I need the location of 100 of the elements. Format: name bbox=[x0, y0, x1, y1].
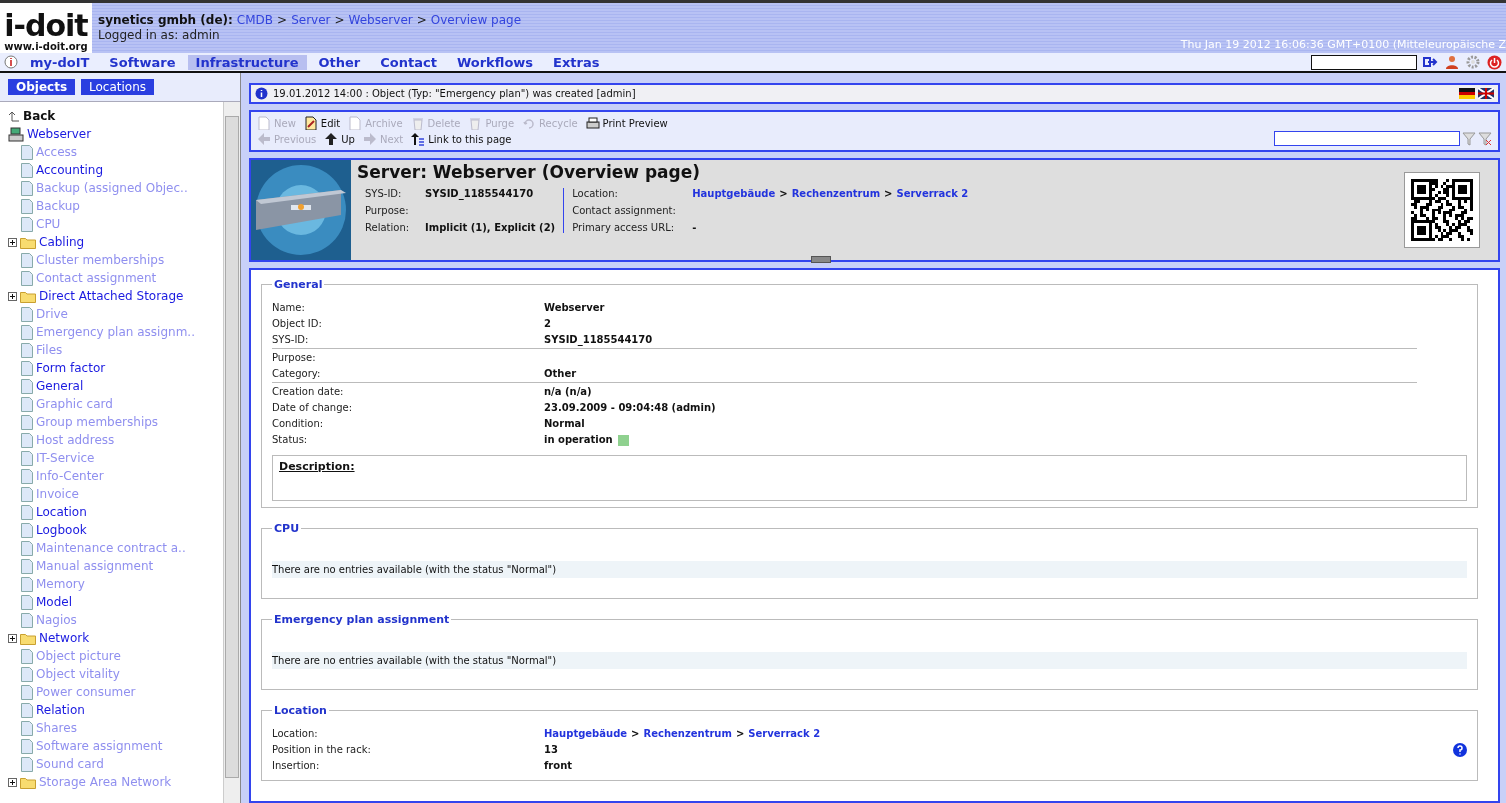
tree-item[interactable]: Object vitality bbox=[36, 667, 120, 681]
location-link[interactable]: Hauptgebäude bbox=[544, 727, 628, 739]
sidebar-tab[interactable]: Objects bbox=[8, 79, 76, 95]
tree-item[interactable]: Access bbox=[36, 145, 78, 159]
expand-icon[interactable] bbox=[8, 237, 17, 247]
tree-item[interactable]: Relation bbox=[36, 703, 85, 717]
location-link[interactable]: Rechenzentrum bbox=[643, 727, 732, 739]
tree-item[interactable]: Drive bbox=[36, 307, 68, 321]
tree-item[interactable]: Software assignment bbox=[36, 739, 163, 753]
clear-filter-icon[interactable] bbox=[1478, 132, 1492, 146]
power-icon[interactable] bbox=[1487, 54, 1502, 70]
page-icon bbox=[21, 378, 33, 394]
tree-item[interactable]: Cluster memberships bbox=[36, 253, 165, 267]
qr-code bbox=[1411, 179, 1473, 241]
page-icon bbox=[21, 684, 33, 700]
page-icon bbox=[21, 486, 33, 502]
up-arrow-icon bbox=[324, 132, 339, 146]
tree-item[interactable]: Form factor bbox=[36, 361, 106, 375]
field-value: 2 bbox=[544, 318, 551, 329]
tree-item[interactable]: Memory bbox=[36, 577, 85, 591]
tree-item[interactable]: IT-Service bbox=[36, 451, 95, 465]
nav-tab[interactable]: Software bbox=[101, 54, 184, 70]
toolbar-button[interactable]: Link to this page bbox=[411, 132, 512, 146]
uk-flag-icon[interactable] bbox=[1478, 88, 1494, 99]
german-flag-icon[interactable] bbox=[1459, 88, 1475, 99]
empty-message: There are no entries available (with the status "Normal") bbox=[272, 560, 1467, 578]
tree-item[interactable]: Location bbox=[36, 505, 87, 519]
tree-item[interactable]: Webserver bbox=[27, 127, 92, 141]
expand-icon[interactable] bbox=[8, 633, 17, 643]
tree-item[interactable]: Object picture bbox=[36, 649, 121, 663]
tree-item[interactable]: Nagios bbox=[36, 613, 77, 627]
tree-item[interactable]: Storage Area Network bbox=[39, 775, 172, 789]
tree-item[interactable]: Network bbox=[39, 631, 90, 645]
tree-item[interactable]: Group memberships bbox=[36, 415, 159, 429]
folder-icon bbox=[20, 289, 36, 303]
location-link[interactable]: Serverrack 2 bbox=[896, 188, 969, 199]
tree-item[interactable]: Info-Center bbox=[36, 469, 104, 483]
page-icon bbox=[21, 360, 33, 376]
back-link[interactable]: Back bbox=[23, 109, 56, 123]
expand-icon[interactable] bbox=[8, 777, 17, 787]
printer-icon bbox=[585, 116, 600, 130]
tree-item[interactable]: Sound card bbox=[36, 757, 104, 771]
edit-icon bbox=[303, 116, 318, 130]
nav-tab[interactable]: Workflows bbox=[448, 54, 542, 70]
field-label: SYS-ID: bbox=[365, 188, 403, 199]
field-label: Location: bbox=[272, 727, 319, 739]
location-link[interactable]: Serverrack 2 bbox=[748, 727, 821, 739]
tree-item[interactable]: Files bbox=[36, 343, 63, 357]
tree-item[interactable]: Contact assignment bbox=[36, 271, 157, 285]
tree-item[interactable]: Emergency plan assignm.. bbox=[36, 325, 195, 339]
field-label: Location: bbox=[572, 188, 619, 199]
go-icon[interactable] bbox=[1423, 56, 1439, 68]
tree-item[interactable]: Power consumer bbox=[36, 685, 136, 699]
collapse-handle[interactable] bbox=[811, 256, 831, 263]
tree-item[interactable]: CPU bbox=[36, 217, 61, 231]
filter-field[interactable] bbox=[1274, 131, 1460, 146]
nav-tab[interactable]: Extras bbox=[545, 54, 608, 70]
nav-tab[interactable]: Infrastructure bbox=[187, 54, 307, 70]
expand-icon[interactable] bbox=[8, 291, 17, 301]
sidebar-tab[interactable]: Locations bbox=[81, 79, 155, 95]
tree-item[interactable]: Maintenance contract a.. bbox=[36, 541, 186, 555]
tree-item[interactable]: Manual assignment bbox=[36, 559, 154, 573]
tree-item[interactable]: Invoice bbox=[36, 487, 79, 501]
nav-tab[interactable]: Contact bbox=[372, 54, 445, 70]
info-icon[interactable] bbox=[4, 55, 18, 69]
tree-item[interactable]: Shares bbox=[36, 721, 77, 735]
search-field[interactable] bbox=[1311, 54, 1417, 70]
tree-item[interactable]: General bbox=[36, 379, 84, 393]
toolbar-button[interactable]: Up bbox=[324, 132, 355, 146]
tree-item[interactable]: Logbook bbox=[36, 523, 87, 537]
field-value: Webserver bbox=[544, 302, 605, 313]
page-icon bbox=[257, 116, 271, 130]
field-label: SYS-ID: bbox=[272, 334, 310, 345]
breadcrumb-link[interactable]: Server bbox=[291, 13, 331, 27]
nav-tab[interactable]: Other bbox=[310, 54, 369, 70]
toolbar-button[interactable]: Print Preview bbox=[585, 116, 668, 130]
tree-item[interactable]: Direct Attached Storage bbox=[39, 289, 184, 303]
scrollbar[interactable] bbox=[223, 102, 240, 803]
tree-item[interactable]: Model bbox=[36, 595, 73, 609]
field-value: n/a (n/a) bbox=[544, 386, 592, 397]
location-link[interactable]: Rechenzentrum bbox=[791, 188, 881, 199]
separator: > bbox=[779, 188, 788, 199]
tree-item[interactable]: Backup (assigned Objec.. bbox=[36, 181, 188, 195]
nav-tab[interactable]: my-doIT bbox=[22, 54, 98, 70]
toolbar-button[interactable]: Edit bbox=[303, 116, 341, 130]
tree-item[interactable]: Accounting bbox=[36, 163, 103, 177]
page-icon bbox=[21, 342, 33, 358]
breadcrumb-link[interactable]: CMDB bbox=[236, 13, 274, 27]
tree-item[interactable]: Cabling bbox=[39, 235, 85, 249]
tree-item[interactable]: Backup bbox=[36, 199, 80, 213]
breadcrumb-link[interactable]: Overview page bbox=[430, 13, 522, 27]
tree-item[interactable]: Host address bbox=[36, 433, 115, 447]
location-link[interactable]: Hauptgebäude bbox=[692, 188, 776, 199]
help-icon[interactable] bbox=[1453, 742, 1467, 757]
page-icon bbox=[348, 116, 363, 130]
field-label: Date of change: bbox=[272, 402, 354, 413]
breadcrumb-link[interactable]: Webserver bbox=[348, 13, 413, 27]
user-icon[interactable] bbox=[1445, 55, 1459, 69]
tree-item[interactable]: Graphic card bbox=[36, 397, 113, 411]
field-label: Relation: bbox=[365, 222, 411, 233]
